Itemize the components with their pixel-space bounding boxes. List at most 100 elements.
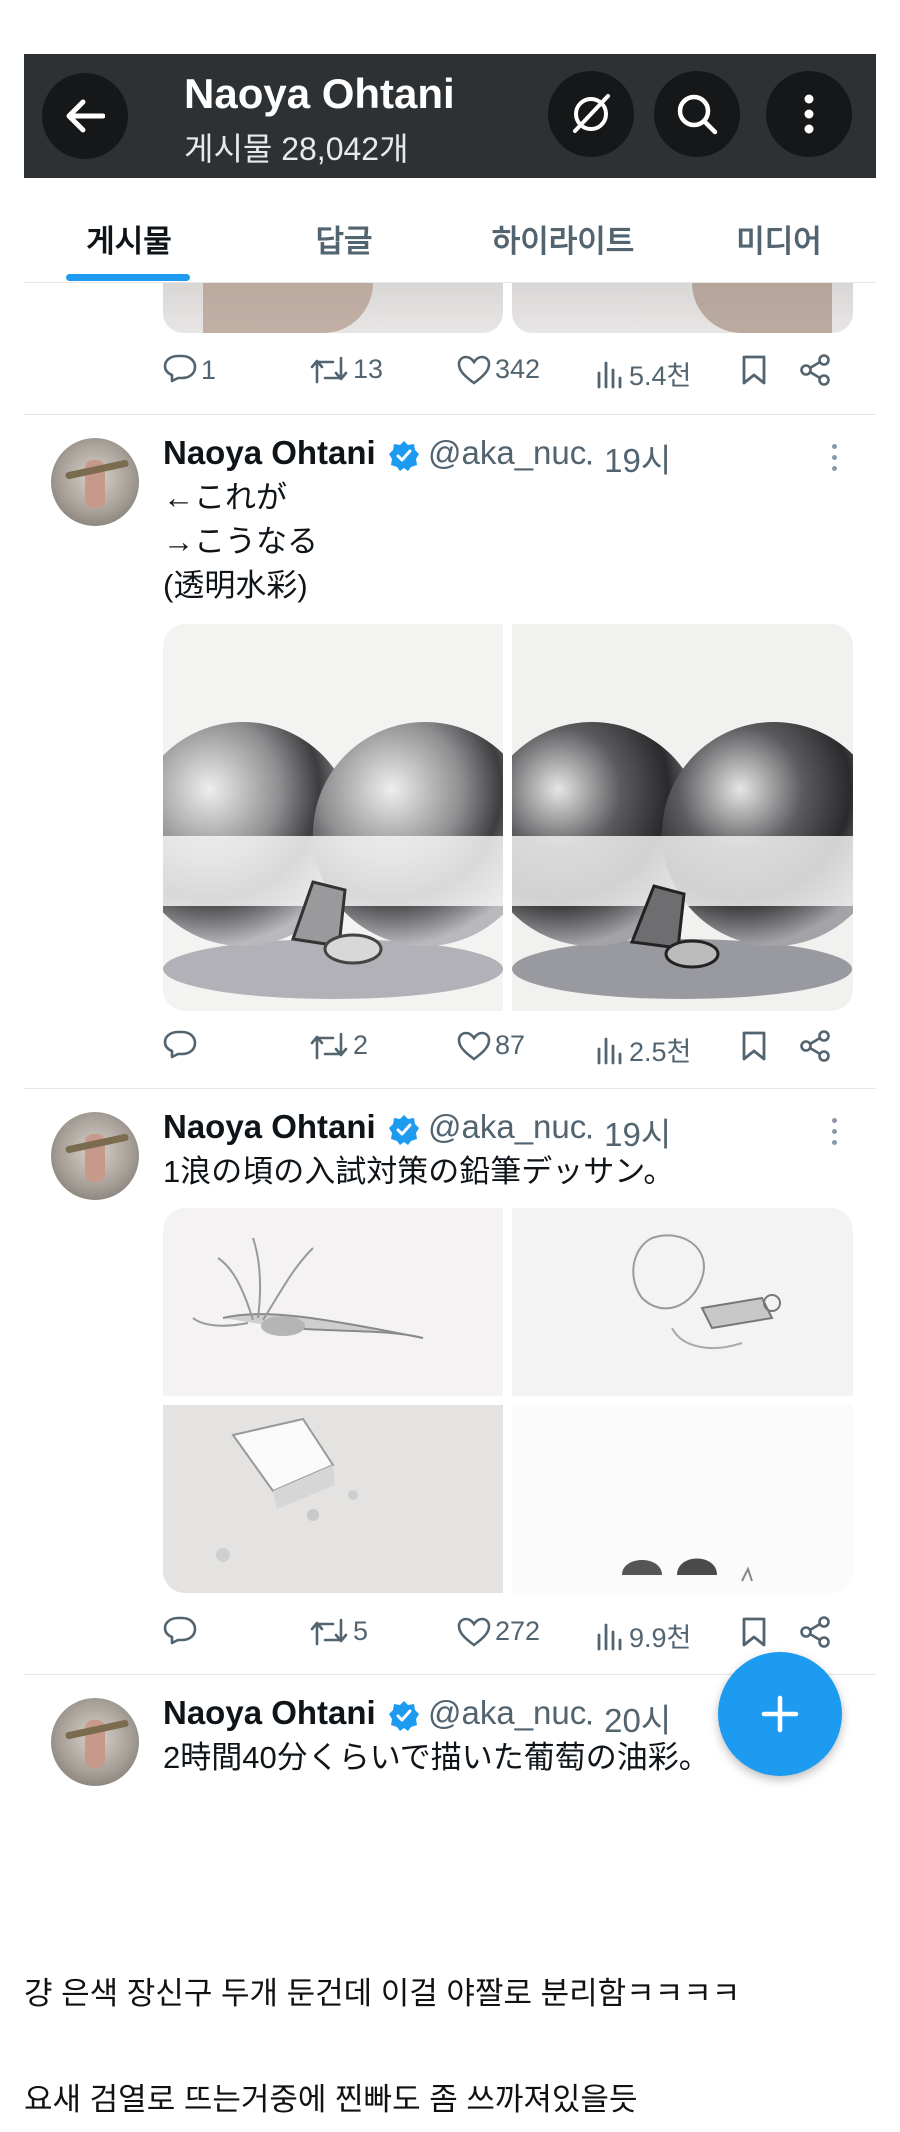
post-actions: 5 272 9.9천 [163, 1616, 853, 1660]
post-actions: 1 13 342 5.4천 [163, 354, 853, 398]
repost-count: 2 [353, 1030, 369, 1060]
tab-media[interactable]: 미디어 [724, 216, 834, 261]
share-button[interactable] [799, 1030, 831, 1062]
post-divider [24, 414, 876, 415]
post-time[interactable]: · 20시 [584, 1694, 671, 1742]
views-button[interactable]: 2.5천 [595, 1030, 691, 1069]
post-text-line: →こうなる [163, 524, 318, 559]
back-arrow-icon [66, 99, 105, 133]
back-button[interactable] [42, 73, 128, 159]
avatar[interactable] [51, 1698, 139, 1786]
views-count: 2.5천 [629, 1037, 692, 1067]
caption-line: 걍 은색 장신구 두개 둔건데 이걸 야짤로 분리함ㅋㅋㅋㅋ [24, 1976, 741, 2011]
profile-name: Naoya Ohtani [184, 70, 455, 117]
profile-tabs: 게시물 답글 하이라이트 미디어 [24, 190, 876, 283]
verified-icon [389, 1701, 419, 1731]
repost-icon [310, 356, 348, 383]
like-button[interactable]: 272 [457, 1616, 540, 1647]
author-handle[interactable]: @aka_nuc [428, 1108, 586, 1146]
verified-icon [389, 441, 419, 471]
repost-button[interactable]: 2 [309, 1030, 368, 1061]
repost-count: 5 [353, 1616, 369, 1646]
verified-icon [389, 1115, 419, 1145]
tab-replies[interactable]: 답글 [304, 216, 384, 261]
like-button[interactable]: 87 [457, 1030, 525, 1061]
grok-icon [573, 94, 610, 133]
bookmark-button[interactable] [741, 1030, 767, 1062]
bookmark-button[interactable] [741, 1616, 767, 1648]
post-image-pencil-squid[interactable] [163, 1208, 503, 1396]
like-icon [457, 1031, 491, 1061]
post-image-pencil-tofu[interactable] [163, 1405, 503, 1593]
post-text-line: (透明水彩) [163, 568, 308, 603]
views-button[interactable]: 5.4천 [595, 354, 691, 393]
views-count: 9.9천 [629, 1623, 692, 1653]
views-icon [597, 1623, 622, 1650]
post-text-line: ←これが [163, 480, 287, 515]
share-button[interactable] [799, 1616, 831, 1648]
post-divider [24, 1088, 876, 1089]
post-count: 게시물 28,042개 [184, 131, 409, 167]
avatar[interactable] [51, 438, 139, 526]
profile-header: Naoya Ohtani 게시물 28,042개 [24, 54, 876, 178]
bookmark-button[interactable] [741, 354, 767, 386]
views-button[interactable]: 9.9천 [595, 1616, 691, 1655]
avatar[interactable] [51, 1112, 139, 1200]
post-more-icon[interactable] [832, 1118, 838, 1151]
search-icon [677, 94, 718, 135]
share-button[interactable] [799, 354, 831, 386]
like-count: 272 [495, 1616, 541, 1646]
share-icon [800, 1616, 830, 1648]
compose-plus-icon [761, 1695, 799, 1733]
reply-button[interactable]: 1 [163, 354, 216, 386]
author-handle[interactable]: @aka_nuc [428, 434, 586, 472]
reply-icon [163, 1616, 197, 1645]
author-handle[interactable]: @aka_nuc [428, 1694, 586, 1732]
tab-posts[interactable]: 게시물 [84, 216, 174, 261]
grok-button[interactable] [548, 71, 634, 157]
share-icon [800, 354, 830, 386]
active-tab-indicator [66, 274, 190, 281]
bookmark-icon [742, 1031, 766, 1061]
more-vertical-icon [804, 94, 814, 134]
author-name[interactable]: Naoya Ohtani [163, 1694, 376, 1732]
like-count: 87 [495, 1030, 526, 1060]
post-image-watercolor-right[interactable] [512, 624, 853, 1011]
post-text-line: 2時間40分くらいで描いた葡萄の油彩。 [163, 1740, 710, 1775]
post-actions: 2 87 2.5천 [163, 1030, 853, 1074]
repost-button[interactable]: 13 [309, 354, 383, 385]
search-button[interactable] [654, 71, 740, 157]
repost-icon [310, 1618, 348, 1645]
reply-icon [163, 1030, 197, 1059]
reply-button[interactable] [163, 1616, 201, 1648]
post-time[interactable]: · 19시 [584, 1108, 671, 1156]
like-icon [457, 1617, 491, 1647]
post-time[interactable]: · 19시 [584, 434, 671, 482]
compose-button[interactable] [718, 1652, 842, 1776]
repost-count: 13 [353, 354, 384, 384]
author-name[interactable]: Naoya Ohtani [163, 1108, 376, 1146]
more-options-button[interactable] [766, 71, 852, 157]
views-icon [597, 361, 622, 388]
bookmark-icon [742, 355, 766, 385]
tab-highlights[interactable]: 하이라이트 [478, 216, 648, 261]
like-button[interactable]: 342 [457, 354, 540, 385]
author-name[interactable]: Naoya Ohtani [163, 434, 376, 472]
bookmark-icon [742, 1617, 766, 1647]
share-icon [800, 1030, 830, 1062]
like-count: 342 [495, 354, 541, 384]
views-icon [597, 1037, 622, 1064]
repost-icon [310, 1032, 348, 1059]
post-image[interactable] [163, 283, 503, 333]
like-icon [457, 355, 491, 385]
repost-button[interactable]: 5 [309, 1616, 368, 1647]
post-image[interactable] [512, 283, 853, 333]
caption-line: 요새 검열로 뜨는거중에 찐빠도 좀 쓰까져있을듯 [24, 2082, 638, 2117]
post-image-watercolor-left[interactable] [163, 624, 503, 1011]
reply-button[interactable] [163, 1030, 201, 1062]
post-more-icon[interactable] [832, 444, 838, 477]
post-image-pencil-shells[interactable] [512, 1208, 853, 1396]
views-count: 5.4천 [629, 361, 692, 391]
post-image-pencil-eggshells[interactable] [512, 1405, 853, 1593]
reply-icon [163, 354, 197, 383]
